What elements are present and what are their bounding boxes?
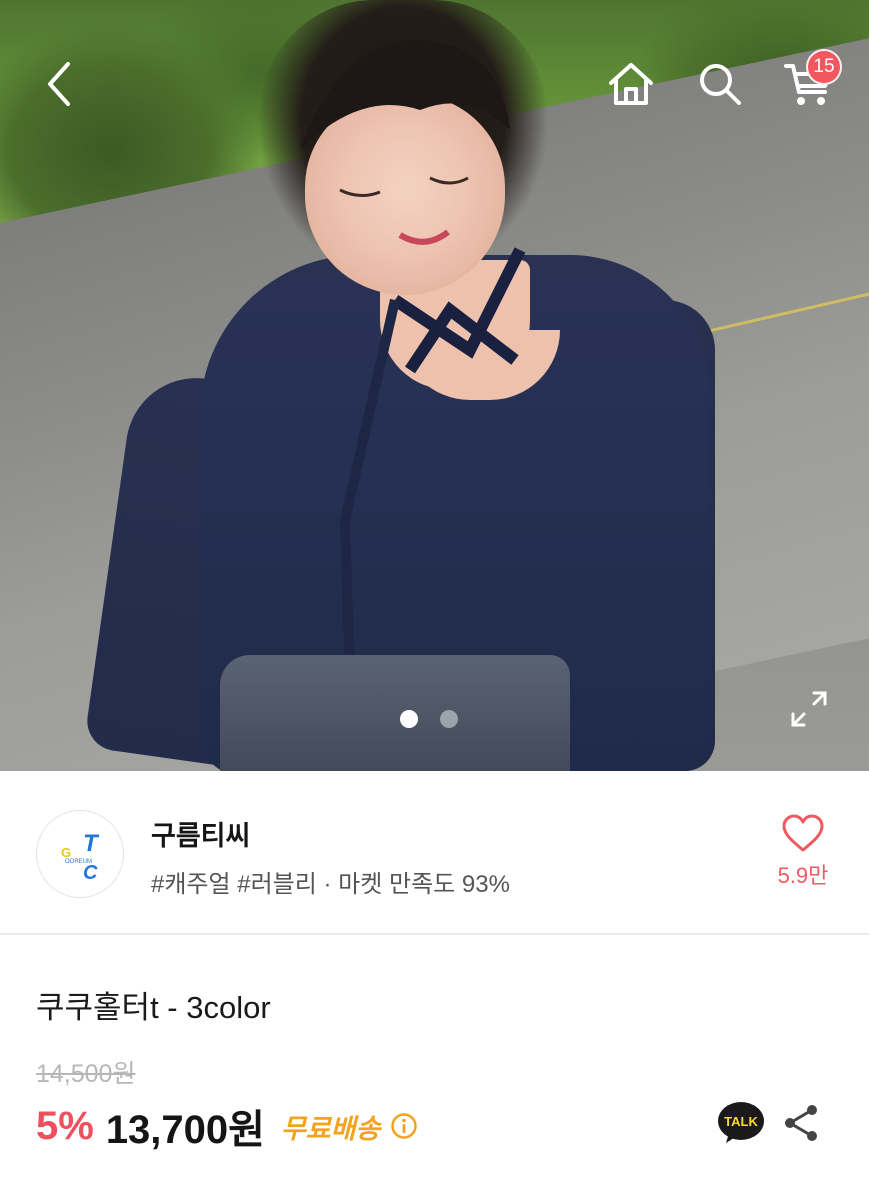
home-icon	[609, 63, 653, 105]
svg-text:C: C	[83, 862, 98, 884]
expand-icon	[791, 691, 827, 727]
kakao-talk-button[interactable]: TALK	[717, 1099, 765, 1147]
fullscreen-button[interactable]	[786, 686, 832, 732]
seller-section[interactable]	[0, 771, 869, 933]
cart-count-badge: 15	[806, 49, 842, 85]
discount-rate: 5%	[36, 1103, 94, 1148]
pagination-dot-active[interactable]	[400, 710, 418, 728]
price-row: 5% 13,700원 무료배송	[36, 1098, 418, 1154]
svg-text:TALK: TALK	[724, 1114, 758, 1129]
free-shipping-label: 무료배송	[280, 1113, 381, 1144]
talk-icon: TALK	[718, 1102, 764, 1143]
product-title: 쿠쿠홀터t - 3color	[36, 990, 271, 1025]
like-count: 5.9만	[777, 863, 829, 888]
pagination-dot[interactable]	[440, 710, 458, 728]
seller-logo[interactable]: T G OOREUM C	[36, 810, 124, 898]
share-button[interactable]	[781, 1102, 821, 1144]
search-icon	[700, 64, 741, 105]
section-divider	[0, 933, 869, 935]
heart-icon	[782, 814, 824, 852]
model-jeans	[220, 655, 570, 771]
like-button[interactable]	[781, 814, 825, 856]
sale-price: 13,700원	[105, 1108, 265, 1152]
search-button[interactable]	[692, 56, 748, 112]
home-button[interactable]	[603, 56, 659, 112]
product-image[interactable]	[0, 0, 869, 771]
seller-tags: #캐주얼 #러블리 · 마켓 만족도 93%	[151, 871, 510, 898]
svg-text:G: G	[61, 845, 71, 860]
back-button[interactable]	[32, 56, 88, 112]
info-icon[interactable]	[390, 1112, 418, 1140]
back-arrow-icon	[48, 62, 70, 106]
seller-logo-image: T G OOREUM C	[61, 830, 100, 884]
original-price: 14,500원	[36, 1060, 136, 1088]
svg-text:T: T	[83, 830, 100, 857]
share-icon	[785, 1105, 817, 1141]
gallery-pagination	[400, 710, 458, 728]
seller-name[interactable]: 구름티씨	[151, 814, 250, 853]
